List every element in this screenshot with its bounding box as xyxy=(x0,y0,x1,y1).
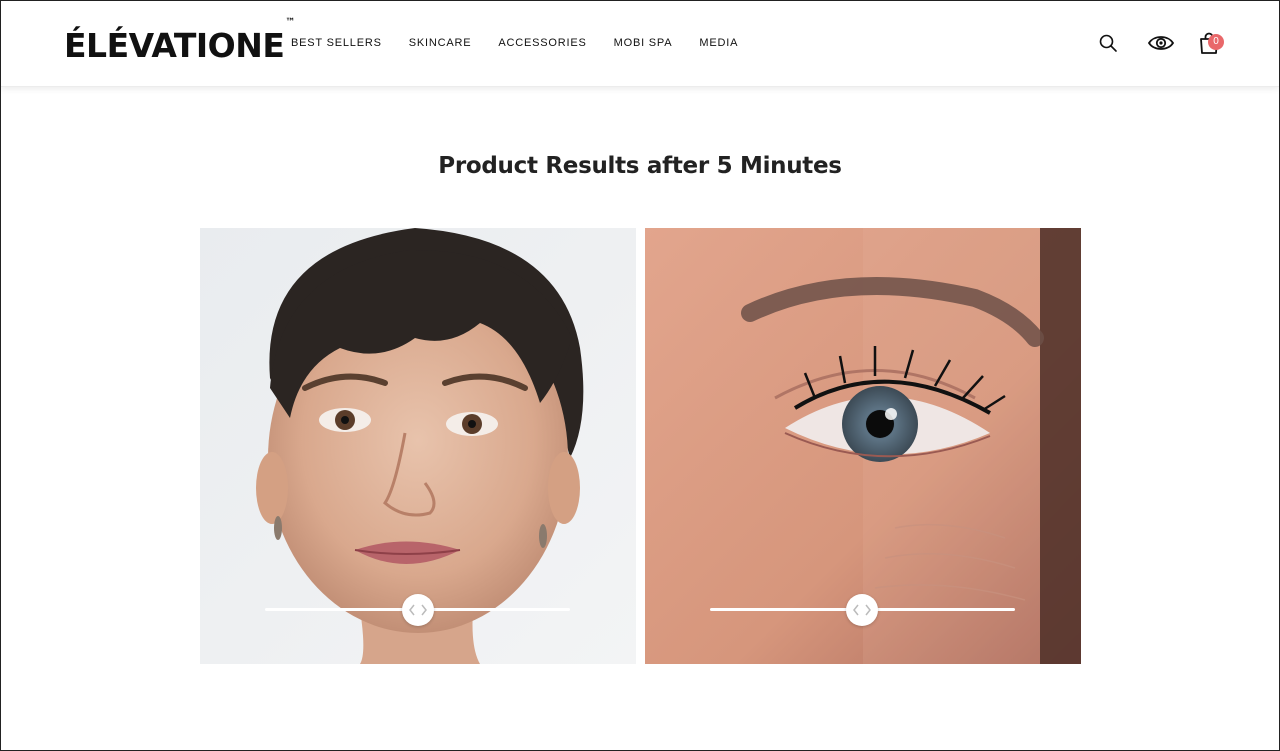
nav-item-best-sellers[interactable]: BEST SELLERS xyxy=(291,36,382,50)
brand-name: ÉLÉVATIONE xyxy=(64,26,285,65)
main-nav: BEST SELLERS SKINCARE ACCESSORIES MOBI S… xyxy=(291,36,738,50)
brand-logo[interactable]: ÉLÉVATIONE™ xyxy=(64,17,295,66)
cart-count-badge: 0 xyxy=(1208,34,1224,50)
nav-item-skincare[interactable]: SKINCARE xyxy=(409,36,472,50)
eye-comparison-slider[interactable] xyxy=(645,228,1081,664)
face-comparison-slider[interactable] xyxy=(200,228,636,664)
trademark-symbol: ™ xyxy=(285,17,296,28)
search-icon[interactable] xyxy=(1098,33,1118,53)
chevrons-left-right-icon xyxy=(853,604,871,616)
nav-item-accessories[interactable]: ACCESSORIES xyxy=(498,36,586,50)
nav-item-media[interactable]: MEDIA xyxy=(699,36,738,50)
comparison-slider-handle[interactable] xyxy=(846,594,878,626)
nav-item-mobi-spa[interactable]: MOBI SPA xyxy=(614,36,673,50)
comparison-slider-handle[interactable] xyxy=(402,594,434,626)
eye-icon[interactable] xyxy=(1147,32,1175,54)
section-title: Product Results after 5 Minutes xyxy=(438,153,842,179)
chevrons-left-right-icon xyxy=(409,604,427,616)
site-header: ÉLÉVATIONE™ BEST SELLERS SKINCARE ACCESS… xyxy=(1,1,1279,87)
